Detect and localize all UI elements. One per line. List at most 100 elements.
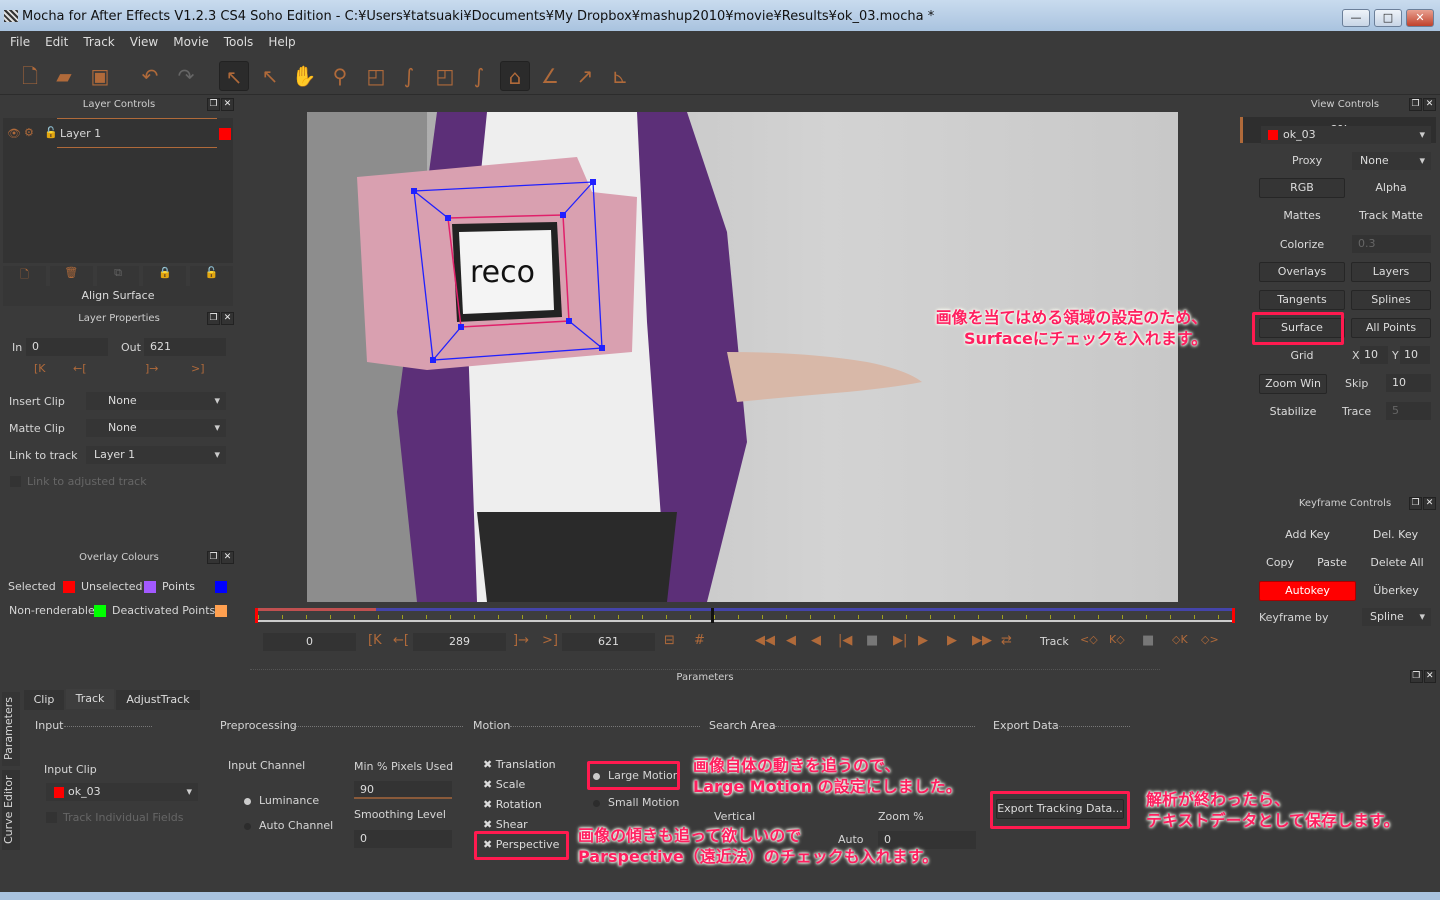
new-layer-icon[interactable]: 🗋 xyxy=(3,266,46,288)
close-icon[interactable]: ✕ xyxy=(221,312,234,325)
alpha-button[interactable]: Alpha xyxy=(1350,178,1432,198)
nonrenderable-color-swatch[interactable] xyxy=(94,605,106,617)
track-backwards-icon[interactable]: ◀ xyxy=(786,633,796,648)
zoom-timeline-icon[interactable]: ⊟ xyxy=(664,633,675,648)
small-motion-radio[interactable]: Small Motion xyxy=(593,796,679,809)
undo-icon[interactable]: ↶ xyxy=(135,61,165,91)
copy-button[interactable]: Copy xyxy=(1262,553,1298,573)
track-backwards-fast-icon[interactable]: ◀◀ xyxy=(755,633,775,648)
go-to-out-icon[interactable]: >] xyxy=(191,362,205,375)
out-field[interactable]: 621 xyxy=(144,338,226,356)
current-frame-field[interactable]: 289 xyxy=(413,633,506,651)
align-surface-button[interactable]: Align Surface xyxy=(3,286,233,306)
delete-all-button[interactable]: Delete All xyxy=(1365,553,1429,573)
track-matte-button[interactable]: Track Matte xyxy=(1350,206,1432,226)
add-x-spline-icon[interactable]: ∫ xyxy=(394,61,424,91)
open-folder-icon[interactable]: ▰ xyxy=(49,61,79,91)
deactivated-color-swatch[interactable] xyxy=(215,605,227,617)
tab-adjusttrack[interactable]: AdjustTrack xyxy=(116,690,200,710)
timeline-scrubber[interactable] xyxy=(255,608,1235,623)
next-frame-icon[interactable]: ▶| xyxy=(893,633,907,648)
menu-tools[interactable]: Tools xyxy=(224,31,254,53)
float-icon[interactable]: ❐ xyxy=(207,551,220,564)
menu-file[interactable]: File xyxy=(10,31,30,53)
next-keyframe-icon[interactable]: ◇> xyxy=(1201,633,1219,646)
link-adjusted-checkbox[interactable] xyxy=(10,476,21,487)
play-icon[interactable]: ▶ xyxy=(918,633,928,648)
track-forward-icon[interactable]: ▶ xyxy=(947,633,957,648)
luminance-radio[interactable]: Luminance xyxy=(244,794,319,807)
lock-all-icon[interactable]: 🔒 xyxy=(143,266,187,288)
unlock-all-icon[interactable]: 🔓 xyxy=(190,266,233,288)
add-key-button[interactable]: Add Key xyxy=(1270,525,1345,545)
uberkey-button[interactable]: Überkey xyxy=(1363,581,1429,601)
overlays-button[interactable]: Overlays xyxy=(1259,262,1345,282)
zoom-tool-icon[interactable]: ⚲ xyxy=(325,61,355,91)
x-spline-tool-icon[interactable]: ◰ xyxy=(361,61,391,91)
float-icon[interactable]: ❐ xyxy=(1409,497,1422,510)
save-icon[interactable]: ▣ xyxy=(85,61,115,91)
selected-color-swatch[interactable] xyxy=(63,581,75,593)
menu-edit[interactable]: Edit xyxy=(45,31,68,53)
delete-layer-icon[interactable]: 🗑 xyxy=(49,266,93,288)
set-in-icon[interactable]: ←[ xyxy=(73,362,87,375)
play-backwards-icon[interactable]: ◀ xyxy=(811,633,821,648)
layers-button[interactable]: Layers xyxy=(1351,262,1431,282)
colorize-field[interactable]: 0.3 xyxy=(1352,235,1431,253)
in-field[interactable]: 0 xyxy=(26,338,108,356)
close-button[interactable]: ✕ xyxy=(1406,9,1434,27)
minimize-button[interactable]: — xyxy=(1342,9,1370,27)
arrow-tool-icon[interactable]: ↗ xyxy=(570,61,600,91)
link-to-track-dropdown[interactable]: Layer 1 xyxy=(86,446,226,464)
hand-tool-icon[interactable]: ✋ xyxy=(289,61,319,91)
float-icon[interactable]: ❐ xyxy=(207,312,220,325)
float-icon[interactable]: ❐ xyxy=(1409,98,1422,111)
splines-button[interactable]: Splines xyxy=(1351,290,1431,310)
insert-clip-dropdown[interactable]: None xyxy=(86,392,226,410)
start-frame-field[interactable]: 0 xyxy=(263,633,356,651)
menu-help[interactable]: Help xyxy=(268,31,295,53)
grid-x-field[interactable]: 10 xyxy=(1360,346,1388,364)
close-icon[interactable]: ✕ xyxy=(1423,98,1436,111)
add-point-select-icon[interactable]: ↖ xyxy=(255,61,285,91)
scale-checkbox[interactable]: ✖ Scale xyxy=(483,778,525,791)
set-out-point-icon[interactable]: ]→ xyxy=(513,633,529,648)
mattes-button[interactable]: Mattes xyxy=(1259,206,1345,226)
bezier-spline-tool-icon[interactable]: ◰ xyxy=(430,61,460,91)
close-icon[interactable]: ✕ xyxy=(221,98,234,111)
zoom-win-button[interactable]: Zoom Win xyxy=(1259,374,1327,394)
set-in-point-icon[interactable]: ←[ xyxy=(393,633,409,648)
add-keyframe-icon[interactable]: ■ xyxy=(1142,633,1154,648)
skip-field[interactable]: 10 xyxy=(1386,374,1431,392)
points-color-swatch[interactable] xyxy=(215,581,227,593)
layer-color-swatch[interactable] xyxy=(219,128,231,140)
track-forward-fast-icon[interactable]: ▶▶ xyxy=(972,633,992,648)
float-icon[interactable]: ❐ xyxy=(1410,670,1423,683)
stabilize-button[interactable]: Stabilize xyxy=(1259,402,1327,422)
del-key-button[interactable]: Del. Key xyxy=(1358,525,1433,545)
surface-lock-tool-icon[interactable]: ⌂ xyxy=(500,61,530,91)
new-project-icon[interactable]: 🗋 xyxy=(15,61,45,91)
prev-frame-icon[interactable]: |◀ xyxy=(838,633,852,648)
rgb-button[interactable]: RGB xyxy=(1259,178,1345,198)
tab-clip[interactable]: Clip xyxy=(24,690,64,710)
add-bezier-spline-icon[interactable]: ∫ xyxy=(464,61,494,91)
go-to-in-icon[interactable]: [K xyxy=(34,362,46,375)
gear-icon[interactable]: ⚙ xyxy=(24,126,34,139)
menu-track[interactable]: Track xyxy=(83,31,114,53)
tab-track[interactable]: Track xyxy=(66,689,114,709)
autokey-button[interactable]: Autokey xyxy=(1259,581,1356,601)
go-to-end-icon[interactable]: >] xyxy=(542,633,558,648)
maximize-button[interactable]: □ xyxy=(1374,9,1402,27)
set-out-icon[interactable]: ]→ xyxy=(145,362,159,375)
redo-icon[interactable]: ↷ xyxy=(171,61,201,91)
layer-item[interactable]: Layer 1 xyxy=(57,118,217,148)
track-fields-checkbox[interactable] xyxy=(46,812,57,823)
eye-icon[interactable]: 👁 xyxy=(7,127,21,140)
duplicate-layer-icon[interactable]: ⧉ xyxy=(96,266,140,288)
rotation-checkbox[interactable]: ✖ Rotation xyxy=(483,798,542,811)
loop-icon[interactable]: ⇄ xyxy=(1001,633,1012,648)
all-points-button[interactable]: All Points xyxy=(1351,318,1431,338)
tangents-button[interactable]: Tangents xyxy=(1259,290,1345,310)
translation-checkbox[interactable]: ✖ Translation xyxy=(483,758,556,771)
